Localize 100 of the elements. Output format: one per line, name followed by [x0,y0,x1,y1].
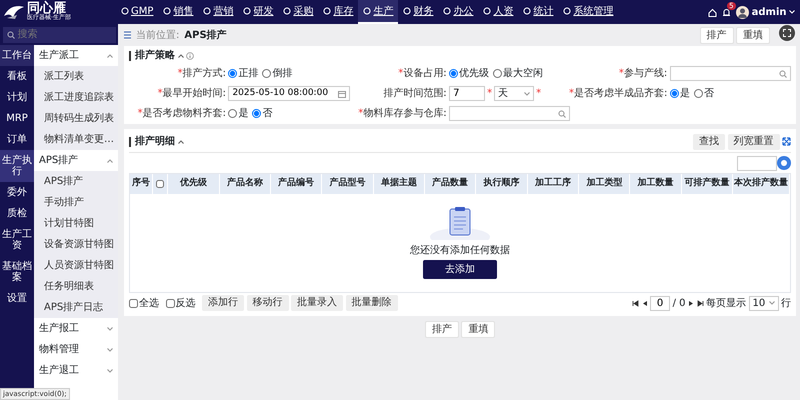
option-label: 是 [238,107,248,121]
submenu-item[interactable]: 物料清单变更… [34,129,118,150]
radio-button[interactable] [262,69,272,78]
page-input[interactable]: 0 [654,296,666,310]
field-label: 是否考虑半成品齐套: [574,86,668,101]
fullscreen-button[interactable] [779,25,795,41]
previous-page-icon[interactable] [642,300,648,306]
required-mark: * [158,87,163,101]
submenu-group[interactable]: 生产报工 [34,318,118,339]
row-action-button[interactable]: 批量删除 [346,295,398,311]
rail-item[interactable]: 基础档案 [0,256,34,288]
rail-item[interactable]: 设置 [0,288,34,309]
checkbox[interactable] [129,298,138,308]
rail-item[interactable]: MRP [0,108,34,129]
radio-button[interactable] [228,69,238,78]
field-label: 设备占用: [403,66,447,81]
toolbar-button[interactable]: 查找 [693,134,725,150]
filter-field[interactable] [737,156,777,170]
next-page-icon[interactable] [688,300,694,306]
page-total: / 0 [672,296,686,310]
submenu-item[interactable]: APS排产 [34,171,118,192]
option-label: 优先级 [459,66,490,81]
rail-item[interactable]: 质检 [0,203,34,224]
radio-button[interactable] [228,109,238,118]
bell-icon[interactable] [722,8,732,16]
add-button[interactable]: 去添加 [423,260,497,279]
chevron-up-icon[interactable] [178,140,184,144]
nav-tab[interactable]: 营销 [198,0,238,24]
toolbar-button[interactable]: 列宽重置 [728,134,780,150]
rail-item[interactable]: 生产执行 [0,150,34,182]
nav-tab[interactable]: 人资 [478,0,518,24]
row-action-button[interactable]: 添加行 [202,295,244,311]
collapse-icon[interactable] [124,31,131,39]
nav-tab[interactable]: 统计 [518,0,558,24]
number-input[interactable]: 7 [453,86,482,101]
option-label: 否 [704,87,714,101]
last-page-icon[interactable] [696,300,704,306]
submenu-item[interactable]: APS排产日志 [34,297,118,318]
nav-tab[interactable]: GMP [116,0,158,24]
search-field[interactable]: 搜索 [2,26,116,42]
rail-item[interactable]: 委外 [0,182,34,203]
bird-logo-icon [2,4,24,20]
submenu-item[interactable]: 周转码生成列表 [34,108,118,129]
rail-item[interactable]: 生产工资 [0,224,34,256]
submenu-item[interactable]: 手动排产 [34,192,118,213]
submenu-item[interactable]: 设备资源甘特图 [34,234,118,255]
circle-icon [363,7,372,15]
first-page-icon[interactable] [632,300,640,306]
page-size-select[interactable]: 10 [748,296,778,310]
submenu-item[interactable]: 派工列表 [34,66,118,87]
expand-icon[interactable] [782,137,791,146]
home-icon[interactable] [708,8,718,16]
submenu-item[interactable]: 任务明细表 [34,276,118,297]
user-menu[interactable]: admin [736,4,795,20]
row-action-button[interactable]: 批量录入 [291,295,343,311]
float-action-icon[interactable] [777,156,791,170]
rail-item[interactable]: 计划 [0,87,34,108]
nav-tab[interactable]: 系统管理 [558,0,618,24]
footer-button[interactable]: 排产 [424,321,459,338]
field-label: 物料库存参与仓库: [363,106,447,121]
radio-button[interactable] [252,109,262,118]
unit-select[interactable]: 天 [494,86,534,101]
radio-button[interactable] [449,69,458,78]
checkbox[interactable] [156,180,164,188]
nav-tab[interactable]: 办公 [438,0,478,24]
nav-tab[interactable]: 财务 [398,0,438,24]
required-mark: * [618,67,624,81]
checkbox-label: 反选 [176,296,196,310]
rail-item[interactable]: 订单 [0,129,34,150]
submenu-item[interactable]: 计划甘特图 [34,213,118,234]
submenu-group[interactable]: 物料管理 [34,339,118,360]
search-input[interactable]: 搜索 [18,27,112,42]
caret-icon [789,10,795,14]
radio-button[interactable] [670,89,679,98]
rail-item[interactable]: 工作台 [0,45,34,66]
date-field[interactable]: 2025-05-10 08:00:00 [228,86,350,101]
header-button[interactable]: 排产 [700,26,734,44]
radio-button[interactable] [694,89,703,98]
header-button[interactable]: 重填 [736,26,770,44]
option-label: 否 [262,107,272,121]
radio-button[interactable] [493,69,502,78]
nav-tab[interactable]: 库存 [318,0,358,24]
page-field[interactable]: 0 [650,296,670,310]
rail-item[interactable]: 看板 [0,66,34,87]
chevron-up-icon[interactable] [178,54,184,58]
row-action-button[interactable]: 移动行 [246,295,288,311]
nav-tab[interactable]: 采购 [278,0,318,24]
submenu-group[interactable]: 生产派工 [34,45,118,66]
nav-tab[interactable]: 生产 [358,0,398,24]
submenu-group[interactable]: 生产退工 [34,360,118,381]
submenu-item[interactable]: 派工进度追踪表 [34,87,118,108]
footer-button[interactable]: 重填 [461,321,496,338]
column-header: 序号 [130,174,153,194]
submenu-item[interactable]: 人员资源甘特图 [34,255,118,276]
nav-tab[interactable]: 研发 [238,0,278,24]
circle-icon [403,7,412,15]
nav-tab[interactable]: 销售 [158,0,198,24]
submenu-group[interactable]: APS排产 [34,150,118,171]
number-field[interactable]: 7 [449,86,486,101]
checkbox[interactable] [166,298,174,308]
